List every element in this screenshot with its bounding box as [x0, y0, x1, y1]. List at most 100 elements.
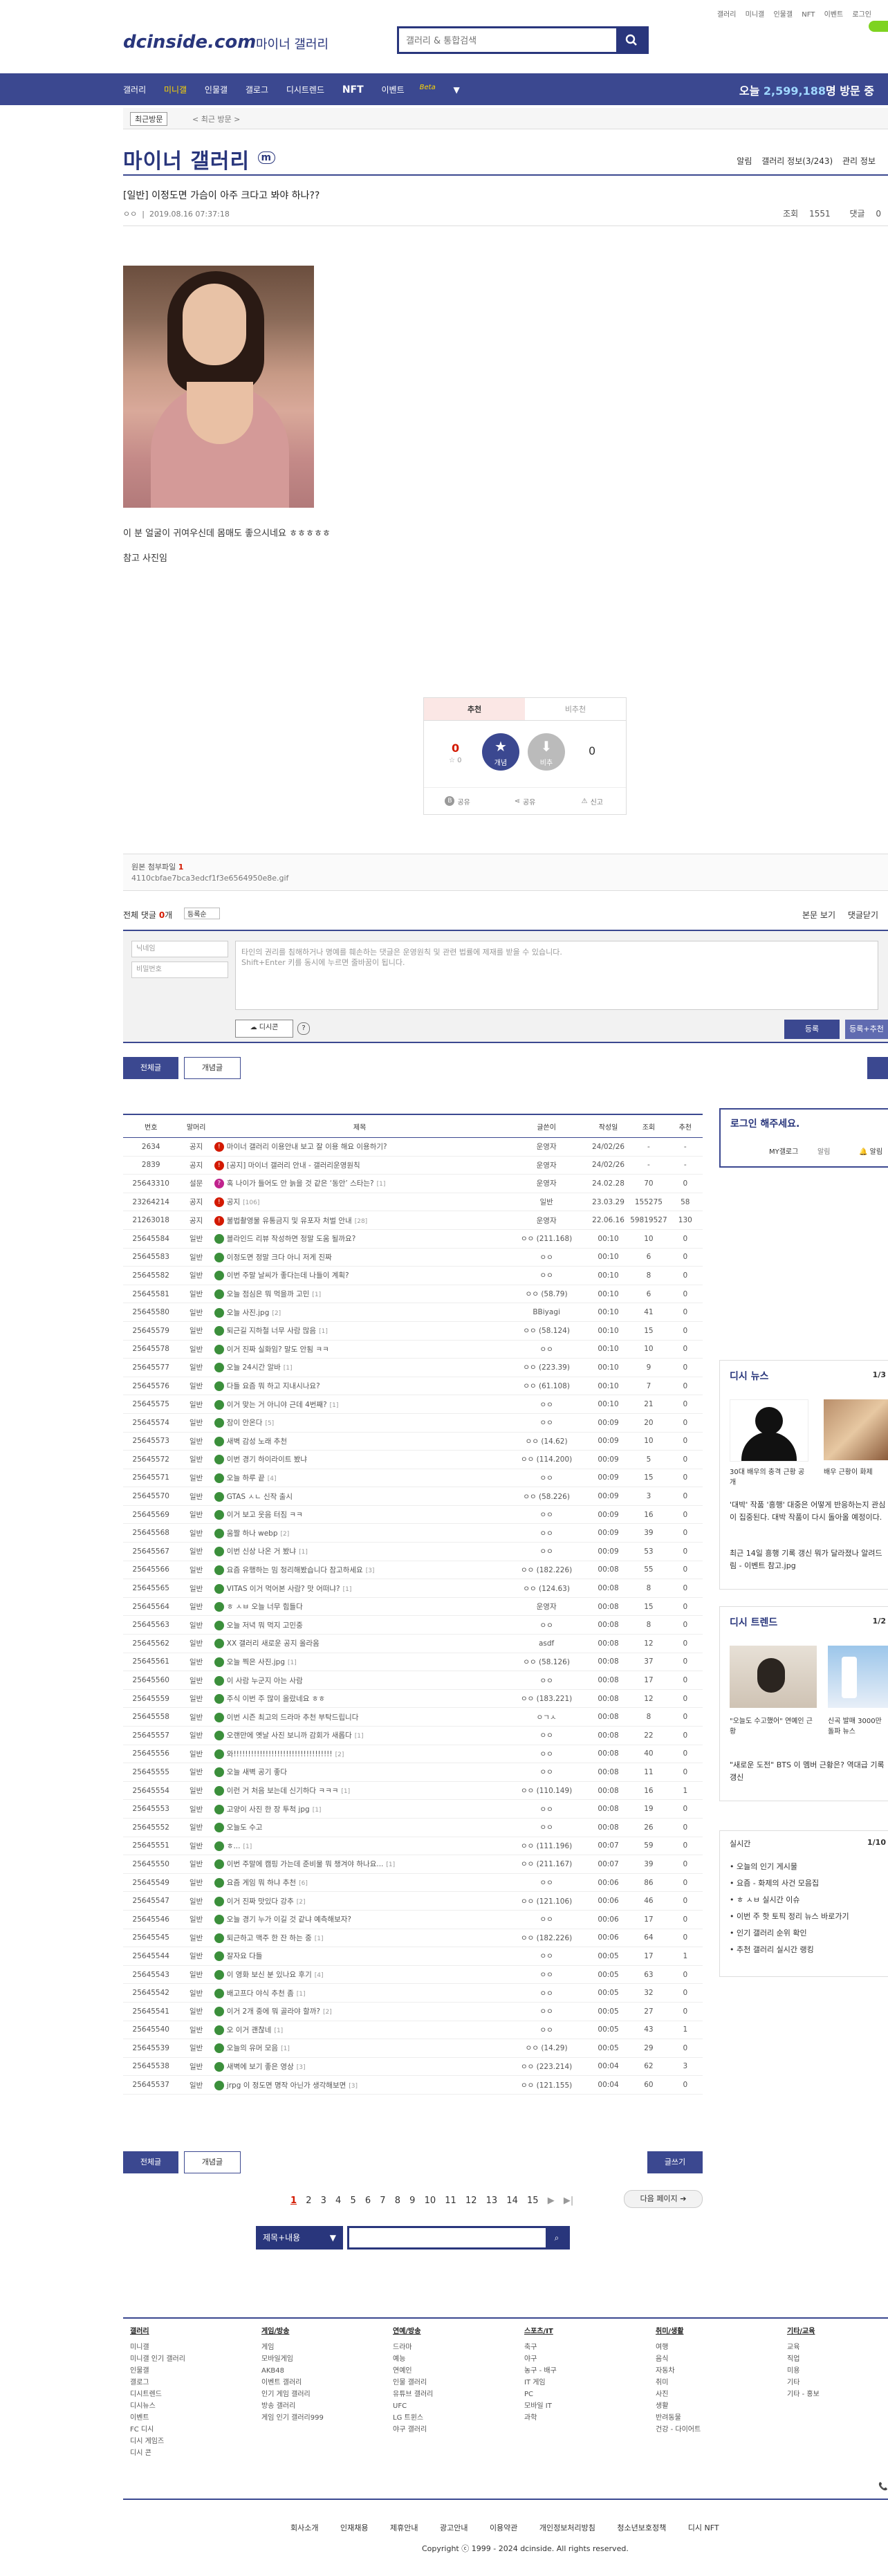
- share-b-button[interactable]: B 공유: [424, 788, 491, 814]
- post-writer[interactable]: 운영자: [506, 1597, 587, 1617]
- page-link[interactable]: 7: [380, 2196, 385, 2206]
- post-title-cell[interactable]: 이정도면 정말 크다 아니 저게 진짜: [213, 1248, 506, 1267]
- post-title-link[interactable]: 이거 보고 웃음 터짐 ㅋㅋ: [227, 1511, 303, 1519]
- post-title-link[interactable]: 오늘도 수고: [227, 1823, 263, 1832]
- table-row[interactable]: 25645560 일반 이 사람 누군지 아는 사람 ㅇㅇ 00:08 17 0: [123, 1671, 703, 1690]
- post-writer[interactable]: ㅇㅇ (58.126): [506, 1653, 587, 1672]
- table-row[interactable]: 25645551 일반 ㅎ... [1] ㅇㅇ (111.196) 00:07 59 0: [123, 1837, 703, 1856]
- recent-select[interactable]: 최근방문: [130, 112, 168, 126]
- footer-column-title[interactable]: 취미/생활: [656, 2326, 701, 2337]
- post-writer[interactable]: ㅇㅇ (14.62): [506, 1432, 587, 1451]
- post-title-cell[interactable]: 새벽에 보기 좋은 영상 [3]: [213, 2057, 506, 2077]
- dccon-button[interactable]: ☁ 디시콘: [235, 1020, 293, 1038]
- footer-column-title[interactable]: 기타/교육: [787, 2326, 820, 2337]
- post-title-cell[interactable]: 이거 맞는 거 아니야 근데 4번째? [1]: [213, 1395, 506, 1414]
- reply-count[interactable]: [1]: [330, 1402, 339, 1409]
- footer-column-link[interactable]: 디시 콘: [130, 2447, 185, 2459]
- post-writer[interactable]: ㅇㅇ (223.214): [506, 2057, 587, 2077]
- post-writer[interactable]: ㅇㅇ (110.149): [506, 1781, 587, 1801]
- table-row[interactable]: 25645557 일반 오랜만에 옛날 사진 보니까 감회가 새롭다 [1] ㅇㅇ 00:…: [123, 1726, 703, 1745]
- post-title-link[interactable]: 공지: [227, 1198, 240, 1206]
- top-link[interactable]: 미니갤: [746, 11, 765, 19]
- comment-submit-button[interactable]: 등록: [784, 1020, 840, 1039]
- post-writer[interactable]: 운영자: [506, 1174, 587, 1193]
- reply-count[interactable]: [2]: [335, 1751, 344, 1758]
- post-title-link[interactable]: 불법촬영물 유통금지 및 유포자 처벌 안내: [227, 1217, 352, 1225]
- table-row[interactable]: 25645572 일반 이번 경기 하이라이트 봤냐 ㅇㅇ (114.200) 00:0…: [123, 1450, 703, 1469]
- post-title-link[interactable]: 오늘 점심은 뭐 먹을까 고민: [227, 1290, 310, 1298]
- my-gallog-link[interactable]: MY갤로그: [769, 1146, 798, 1156]
- table-row[interactable]: 25645582 일반 이번 주말 날씨가 좋다는데 나들이 계획? ㅇㅇ 00:10 8…: [123, 1266, 703, 1285]
- reply-count[interactable]: [1]: [297, 1991, 306, 1998]
- table-row[interactable]: 25645562 일반 XX 갤러리 새로운 공지 올라옴 asdf 00:08 12 0: [123, 1634, 703, 1653]
- post-title-link[interactable]: 주식 이번 주 많이 올랐네요 ㅎㅎ: [227, 1695, 325, 1703]
- news-text[interactable]: 최근 14일 흥행 기록 갱신 뭐가 달라졌나 알려드림 - 이벤트 참고.jp…: [730, 1547, 888, 1572]
- login-title[interactable]: 로그인 해주세요.: [730, 1116, 799, 1130]
- page-link[interactable]: 3: [321, 2196, 326, 2206]
- post-image[interactable]: [123, 266, 314, 508]
- reply-count[interactable]: [3]: [297, 2064, 306, 2071]
- post-title-link[interactable]: 블라인드 리뷰 작성하면 정말 도움 될까요?: [227, 1235, 355, 1243]
- table-row[interactable]: 25645578 일반 이거 진짜 실화임? 말도 안됨 ㅋㅋ ㅇㅇ 00:10 10 0: [123, 1340, 703, 1359]
- gallery-info-button[interactable]: 갤러리 정보(3/243): [761, 156, 833, 166]
- footer-link[interactable]: 인재채용: [340, 2523, 368, 2532]
- page-link[interactable]: 10: [425, 2196, 436, 2206]
- alarm-link[interactable]: 알림: [817, 1146, 830, 1156]
- post-title-cell[interactable]: 잠이 안온다 [5]: [213, 1413, 506, 1433]
- post-title-cell[interactable]: ! 불법촬영물 유통금지 및 유포자 처벌 안내 [28]: [213, 1211, 506, 1230]
- footer-link[interactable]: 디시 NFT: [688, 2523, 719, 2532]
- table-row[interactable]: 25645556 일반 와!!!!!!!!!!!!!!!!!!!!!!!!!!!!!…: [123, 1745, 703, 1764]
- post-writer[interactable]: ㅇㅇ: [506, 1523, 587, 1543]
- table-row[interactable]: 23264214 공지! 공지 [106] 일반 23.03.29 155275 58: [123, 1193, 703, 1212]
- trend-caption[interactable]: "오늘도 수고했어" 연예인 근황: [730, 1716, 817, 1737]
- nickname-input[interactable]: 닉네임: [131, 941, 228, 957]
- post-writer[interactable]: ㅇㅇ: [506, 1340, 587, 1359]
- table-row[interactable]: 25645558 일반 이번 시즌 최고의 드라마 추천 부탁드립니다 ㅇㄱㅅ 00:0…: [123, 1707, 703, 1727]
- post-title-cell[interactable]: 이번 주말에 캠핑 가는데 준비물 뭐 챙겨야 하나요... [1]: [213, 1855, 506, 1874]
- reply-count[interactable]: [1]: [315, 1935, 324, 1942]
- not-recommend-button[interactable]: ⬇ 비추: [528, 733, 565, 771]
- comment-textarea[interactable]: 타인의 권리를 침해하거나 명예를 훼손하는 댓글은 운영원칙 및 관련 법률에…: [235, 941, 878, 1010]
- table-row[interactable]: 25645574 일반 잠이 안온다 [5] ㅇㅇ 00:09 20 0: [123, 1413, 703, 1433]
- post-writer[interactable]: ㅇㅇ: [506, 1248, 587, 1267]
- post-title-link[interactable]: GTAS ㅅㄴ 신작 출시: [227, 1493, 293, 1501]
- post-title-cell[interactable]: GTAS ㅅㄴ 신작 출시: [213, 1487, 506, 1506]
- table-row[interactable]: 25645550 일반 이번 주말에 캠핑 가는데 준비물 뭐 챙겨야 하나요...…: [123, 1855, 703, 1874]
- post-writer[interactable]: ㅇㅇ (121.106): [506, 1891, 587, 1911]
- footer-column-title[interactable]: 연예/방송: [393, 2326, 433, 2337]
- password-input[interactable]: 비밀번호: [131, 962, 228, 978]
- post-title-link[interactable]: 이거 진짜 실화임? 말도 안됨 ㅋㅋ: [227, 1345, 329, 1354]
- page-link[interactable]: 2: [306, 2196, 311, 2206]
- post-title-link[interactable]: 이번 시즌 최고의 드라마 추천 부탁드립니다: [227, 1713, 359, 1722]
- reply-count[interactable]: [3]: [349, 2083, 358, 2090]
- footer-column-link[interactable]: 생활: [656, 2400, 701, 2412]
- table-row[interactable]: 25645584 일반 블라인드 리뷰 작성하면 정말 도움 될까요? ㅇㅇ (211…: [123, 1229, 703, 1249]
- post-title-link[interactable]: 오늘 새벽 공기 좋다: [227, 1768, 287, 1776]
- top-link[interactable]: 로그인: [852, 11, 871, 19]
- post-title-link[interactable]: 요즘 유행하는 밈 정리해봤습니다 참고하세요: [227, 1566, 363, 1574]
- post-title-cell[interactable]: 오늘 하루 끝 [4]: [213, 1469, 506, 1488]
- reply-count[interactable]: [1]: [377, 1181, 386, 1188]
- reply-count[interactable]: [4]: [315, 1972, 324, 1979]
- table-row[interactable]: 25645552 일반 오늘도 수고 ㅇㅇ 00:08 26 0: [123, 1818, 703, 1837]
- post-title-cell[interactable]: 블라인드 리뷰 작성하면 정말 도움 될까요?: [213, 1229, 506, 1249]
- table-row[interactable]: 25645549 일반 요즘 게임 뭐 하냐 추천 [6] ㅇㅇ 00:06 86 0: [123, 1873, 703, 1893]
- post-title-link[interactable]: 퇴근길 지하철 너무 사람 많음: [227, 1327, 316, 1335]
- post-title-cell[interactable]: 오늘 찍은 사진.jpg [1]: [213, 1653, 506, 1672]
- post-writer[interactable]: ㅇㅇ: [506, 1395, 587, 1414]
- reply-count[interactable]: [1]: [319, 1328, 328, 1335]
- post-title-link[interactable]: 혹 나이가 들어도 안 늙을 것 같은 ‘동안’ 스타는?: [227, 1179, 374, 1188]
- post-title-cell[interactable]: 요즘 유행하는 밈 정리해봤습니다 참고하세요 [3]: [213, 1561, 506, 1580]
- reply-count[interactable]: [106]: [243, 1199, 259, 1206]
- post-title-link[interactable]: 다들 요즘 뭐 하고 지내시나요?: [227, 1382, 320, 1390]
- post-writer[interactable]: 일반: [506, 1193, 587, 1212]
- alarm-button[interactable]: 알림: [737, 156, 752, 166]
- post-writer[interactable]: ㅇㅇ (182.226): [506, 1929, 587, 1948]
- post-title-cell[interactable]: 새벽 감성 노래 추천: [213, 1432, 506, 1451]
- table-row[interactable]: 25645542 일반 배고프다 야식 추천 좀 [1] ㅇㅇ 00:05 32 0: [123, 1983, 703, 2003]
- reply-count[interactable]: [1]: [274, 2027, 283, 2034]
- reply-count[interactable]: [1]: [313, 1807, 322, 1814]
- nav-item[interactable]: 갤로그: [246, 85, 268, 95]
- footer-column-link[interactable]: 건강 - 다이어트: [656, 2424, 701, 2436]
- comment-sort-select[interactable]: 등록순: [184, 908, 220, 919]
